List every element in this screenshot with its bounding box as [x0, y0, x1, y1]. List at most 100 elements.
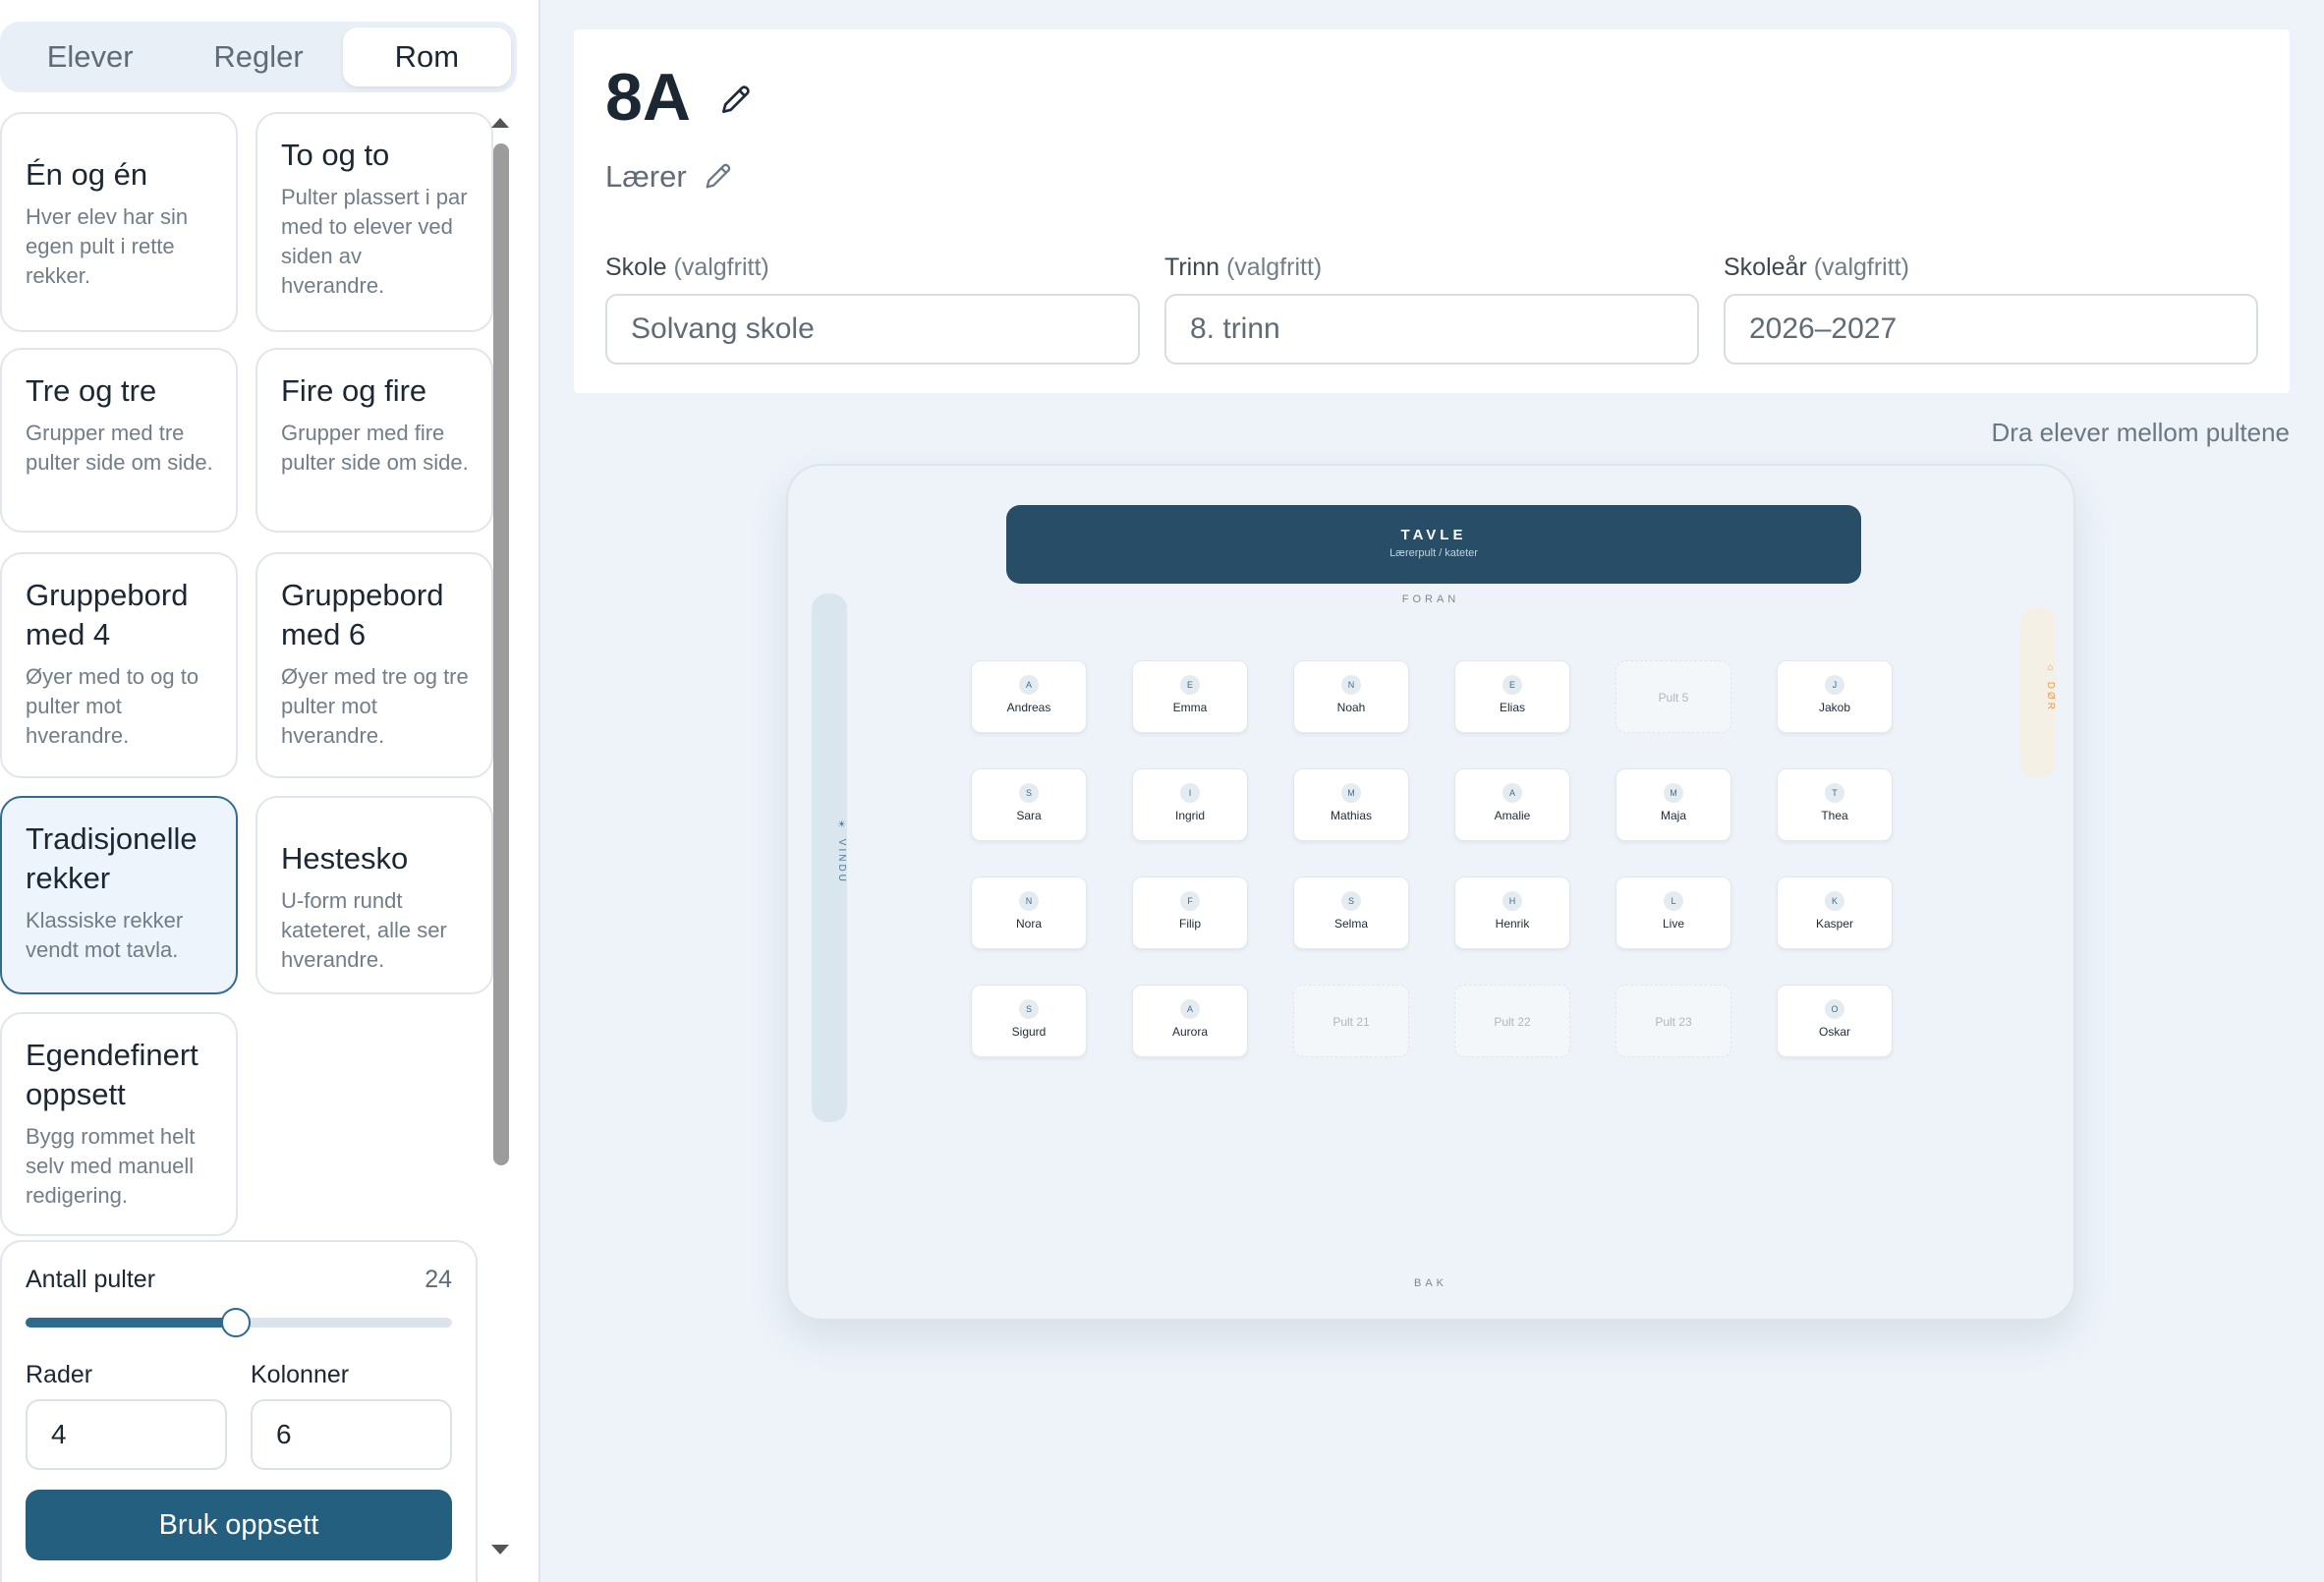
layout-card-description: Pulter plassert i par med to elever ved … [281, 185, 468, 298]
tab-regler[interactable]: Regler [174, 28, 342, 86]
empty-desk[interactable]: Pult 23 [1615, 985, 1731, 1057]
layout-card-title: Gruppebord med 6 [281, 578, 444, 651]
student-name: Oskar [1818, 1025, 1850, 1039]
layout-card-egendefinert[interactable]: Egendefinert oppsett Bygg rommet helt se… [0, 1012, 238, 1236]
student-desk[interactable]: E Emma [1132, 660, 1248, 733]
student-name: Ingrid [1174, 809, 1206, 822]
student-name: Sara [1016, 809, 1042, 822]
tab-rom[interactable]: Rom [342, 28, 511, 86]
tab-bar: Elever Regler Rom [0, 22, 517, 92]
student-initial-avatar: E [1180, 675, 1200, 695]
tab-elever[interactable]: Elever [6, 28, 174, 86]
layout-card-title: Tre og tre [26, 373, 157, 408]
sidebar: Elever Regler Rom Én og én Hver elev har… [0, 0, 540, 1582]
desk-count-row: Antall pulter 24 [26, 1266, 452, 1294]
layout-config-panel: Antall pulter 24 Rader Kolonner Bruk opp… [0, 1240, 478, 1582]
layout-card-gruppebord-6[interactable]: Gruppebord med 6 Øyer med tre og tre pul… [255, 552, 493, 778]
school-field-group: Skole (valgfritt) [605, 254, 1140, 365]
door[interactable]: ⌂ DØR [2020, 607, 2056, 778]
layout-card-fire-og-fire[interactable]: Fire og fire Grupper med fire pulter sid… [255, 348, 493, 533]
window-strip: ☀ VINDU [812, 593, 847, 1122]
student-name: Henrik [1495, 917, 1530, 931]
board: TAVLE Lærerpult / kateter [1006, 505, 1861, 584]
empty-desk[interactable]: Pult 21 [1293, 985, 1409, 1057]
student-desk[interactable]: E Elias [1454, 660, 1570, 733]
student-desk[interactable]: F Filip [1132, 876, 1248, 949]
layout-card-title: Gruppebord med 4 [26, 578, 189, 651]
layout-card-title: Hestesko [281, 841, 409, 876]
apply-layout-button[interactable]: Bruk oppsett [26, 1490, 452, 1560]
scroll-up-arrow-icon[interactable] [491, 118, 509, 128]
student-name: Elias [1499, 701, 1525, 714]
layout-card-description: Bygg rommet helt selv med manuell redige… [26, 1124, 196, 1208]
cols-group: Kolonner [251, 1361, 452, 1470]
student-name: Thea [1821, 809, 1848, 822]
empty-desk[interactable]: Pult 5 [1615, 660, 1731, 733]
layout-card-en-og-en[interactable]: Én og én Hver elev har sin egen pult i r… [0, 112, 238, 332]
student-initial-avatar: K [1825, 891, 1844, 911]
teacher-name: Lærer [605, 159, 687, 194]
student-initial-avatar: N [1341, 675, 1361, 695]
scroll-down-arrow-icon[interactable] [491, 1545, 509, 1554]
layout-card-description: U-form rundt kateteret, alle ser hverand… [281, 888, 447, 972]
student-desk[interactable]: O Oskar [1777, 985, 1893, 1057]
student-desk[interactable]: M Mathias [1293, 768, 1409, 841]
cols-input[interactable] [251, 1399, 452, 1470]
grade-input[interactable] [1164, 294, 1699, 365]
board-title: TAVLE [1400, 527, 1467, 543]
layout-card-hestesko[interactable]: Hestesko U-form rundt kateteret, alle se… [255, 796, 493, 994]
student-desk[interactable]: K Kasper [1777, 876, 1893, 949]
layout-card-title: Egendefinert oppsett [26, 1038, 198, 1111]
slider-fill [26, 1318, 236, 1328]
student-desk[interactable]: A Aurora [1132, 985, 1248, 1057]
layout-card-to-og-to[interactable]: To og to Pulter plassert i par med to el… [255, 112, 493, 332]
student-initial-avatar: E [1502, 675, 1522, 695]
school-input[interactable] [605, 294, 1140, 365]
door-label: ⌂ DØR [2045, 662, 2056, 713]
student-name: Jakob [1818, 701, 1851, 714]
rows-input[interactable] [26, 1399, 227, 1470]
layout-card-tradisjonelle-rekker[interactable]: Tradisjonelle rekker Klassiske rekker ve… [0, 796, 238, 994]
student-desk[interactable]: L Live [1615, 876, 1731, 949]
student-initial-avatar: F [1180, 891, 1200, 911]
student-initial-avatar: A [1502, 783, 1522, 803]
student-name: Selma [1333, 917, 1368, 931]
school-year-input[interactable] [1724, 294, 2258, 365]
edit-teacher-pencil-icon[interactable] [702, 159, 735, 193]
empty-desk[interactable]: Pult 22 [1454, 985, 1570, 1057]
student-desk[interactable]: N Nora [971, 876, 1087, 949]
student-desk[interactable]: H Henrik [1454, 876, 1570, 949]
student-desk[interactable]: J Jakob [1777, 660, 1893, 733]
layout-card-title: To og to [281, 138, 390, 172]
desk-count-slider[interactable] [26, 1302, 452, 1341]
empty-desk-label: Pult 23 [1655, 1015, 1692, 1029]
student-initial-avatar: H [1502, 891, 1522, 911]
student-desk[interactable]: I Ingrid [1132, 768, 1248, 841]
student-desk[interactable]: S Sigurd [971, 985, 1087, 1057]
student-desk[interactable]: S Sara [971, 768, 1087, 841]
layout-card-description: Grupper med fire pulter side om side. [281, 421, 469, 475]
layout-card-tre-og-tre[interactable]: Tre og tre Grupper med tre pulter side o… [0, 348, 238, 533]
slider-thumb[interactable] [220, 1308, 251, 1337]
layout-card-gruppebord-4[interactable]: Gruppebord med 4 Øyer med to og to pulte… [0, 552, 238, 778]
back-label: BAK [1413, 1277, 1447, 1289]
class-name-title: 8A [605, 60, 691, 135]
scrollbar-thumb[interactable] [493, 143, 509, 1165]
student-name: Noah [1336, 701, 1366, 714]
drag-hint: Dra elever mellom pultene [1991, 418, 2290, 447]
student-desk[interactable]: A Amalie [1454, 768, 1570, 841]
student-desk[interactable]: M Maja [1615, 768, 1731, 841]
student-initial-avatar: T [1825, 783, 1844, 803]
sun-icon: ☀ [836, 819, 847, 833]
edit-class-name-pencil-icon[interactable] [717, 81, 755, 118]
student-name: Aurora [1171, 1025, 1209, 1039]
student-desk[interactable]: S Selma [1293, 876, 1409, 949]
student-desk[interactable]: A Andreas [971, 660, 1087, 733]
student-initial-avatar: M [1341, 783, 1361, 803]
student-desk[interactable]: T Thea [1777, 768, 1893, 841]
layout-card-title: Fire og fire [281, 373, 427, 408]
board-subtitle: Lærerpult / kateter [1389, 547, 1478, 559]
student-desk[interactable]: N Noah [1293, 660, 1409, 733]
rows-group: Rader [26, 1361, 227, 1470]
student-name: Kasper [1815, 917, 1854, 931]
